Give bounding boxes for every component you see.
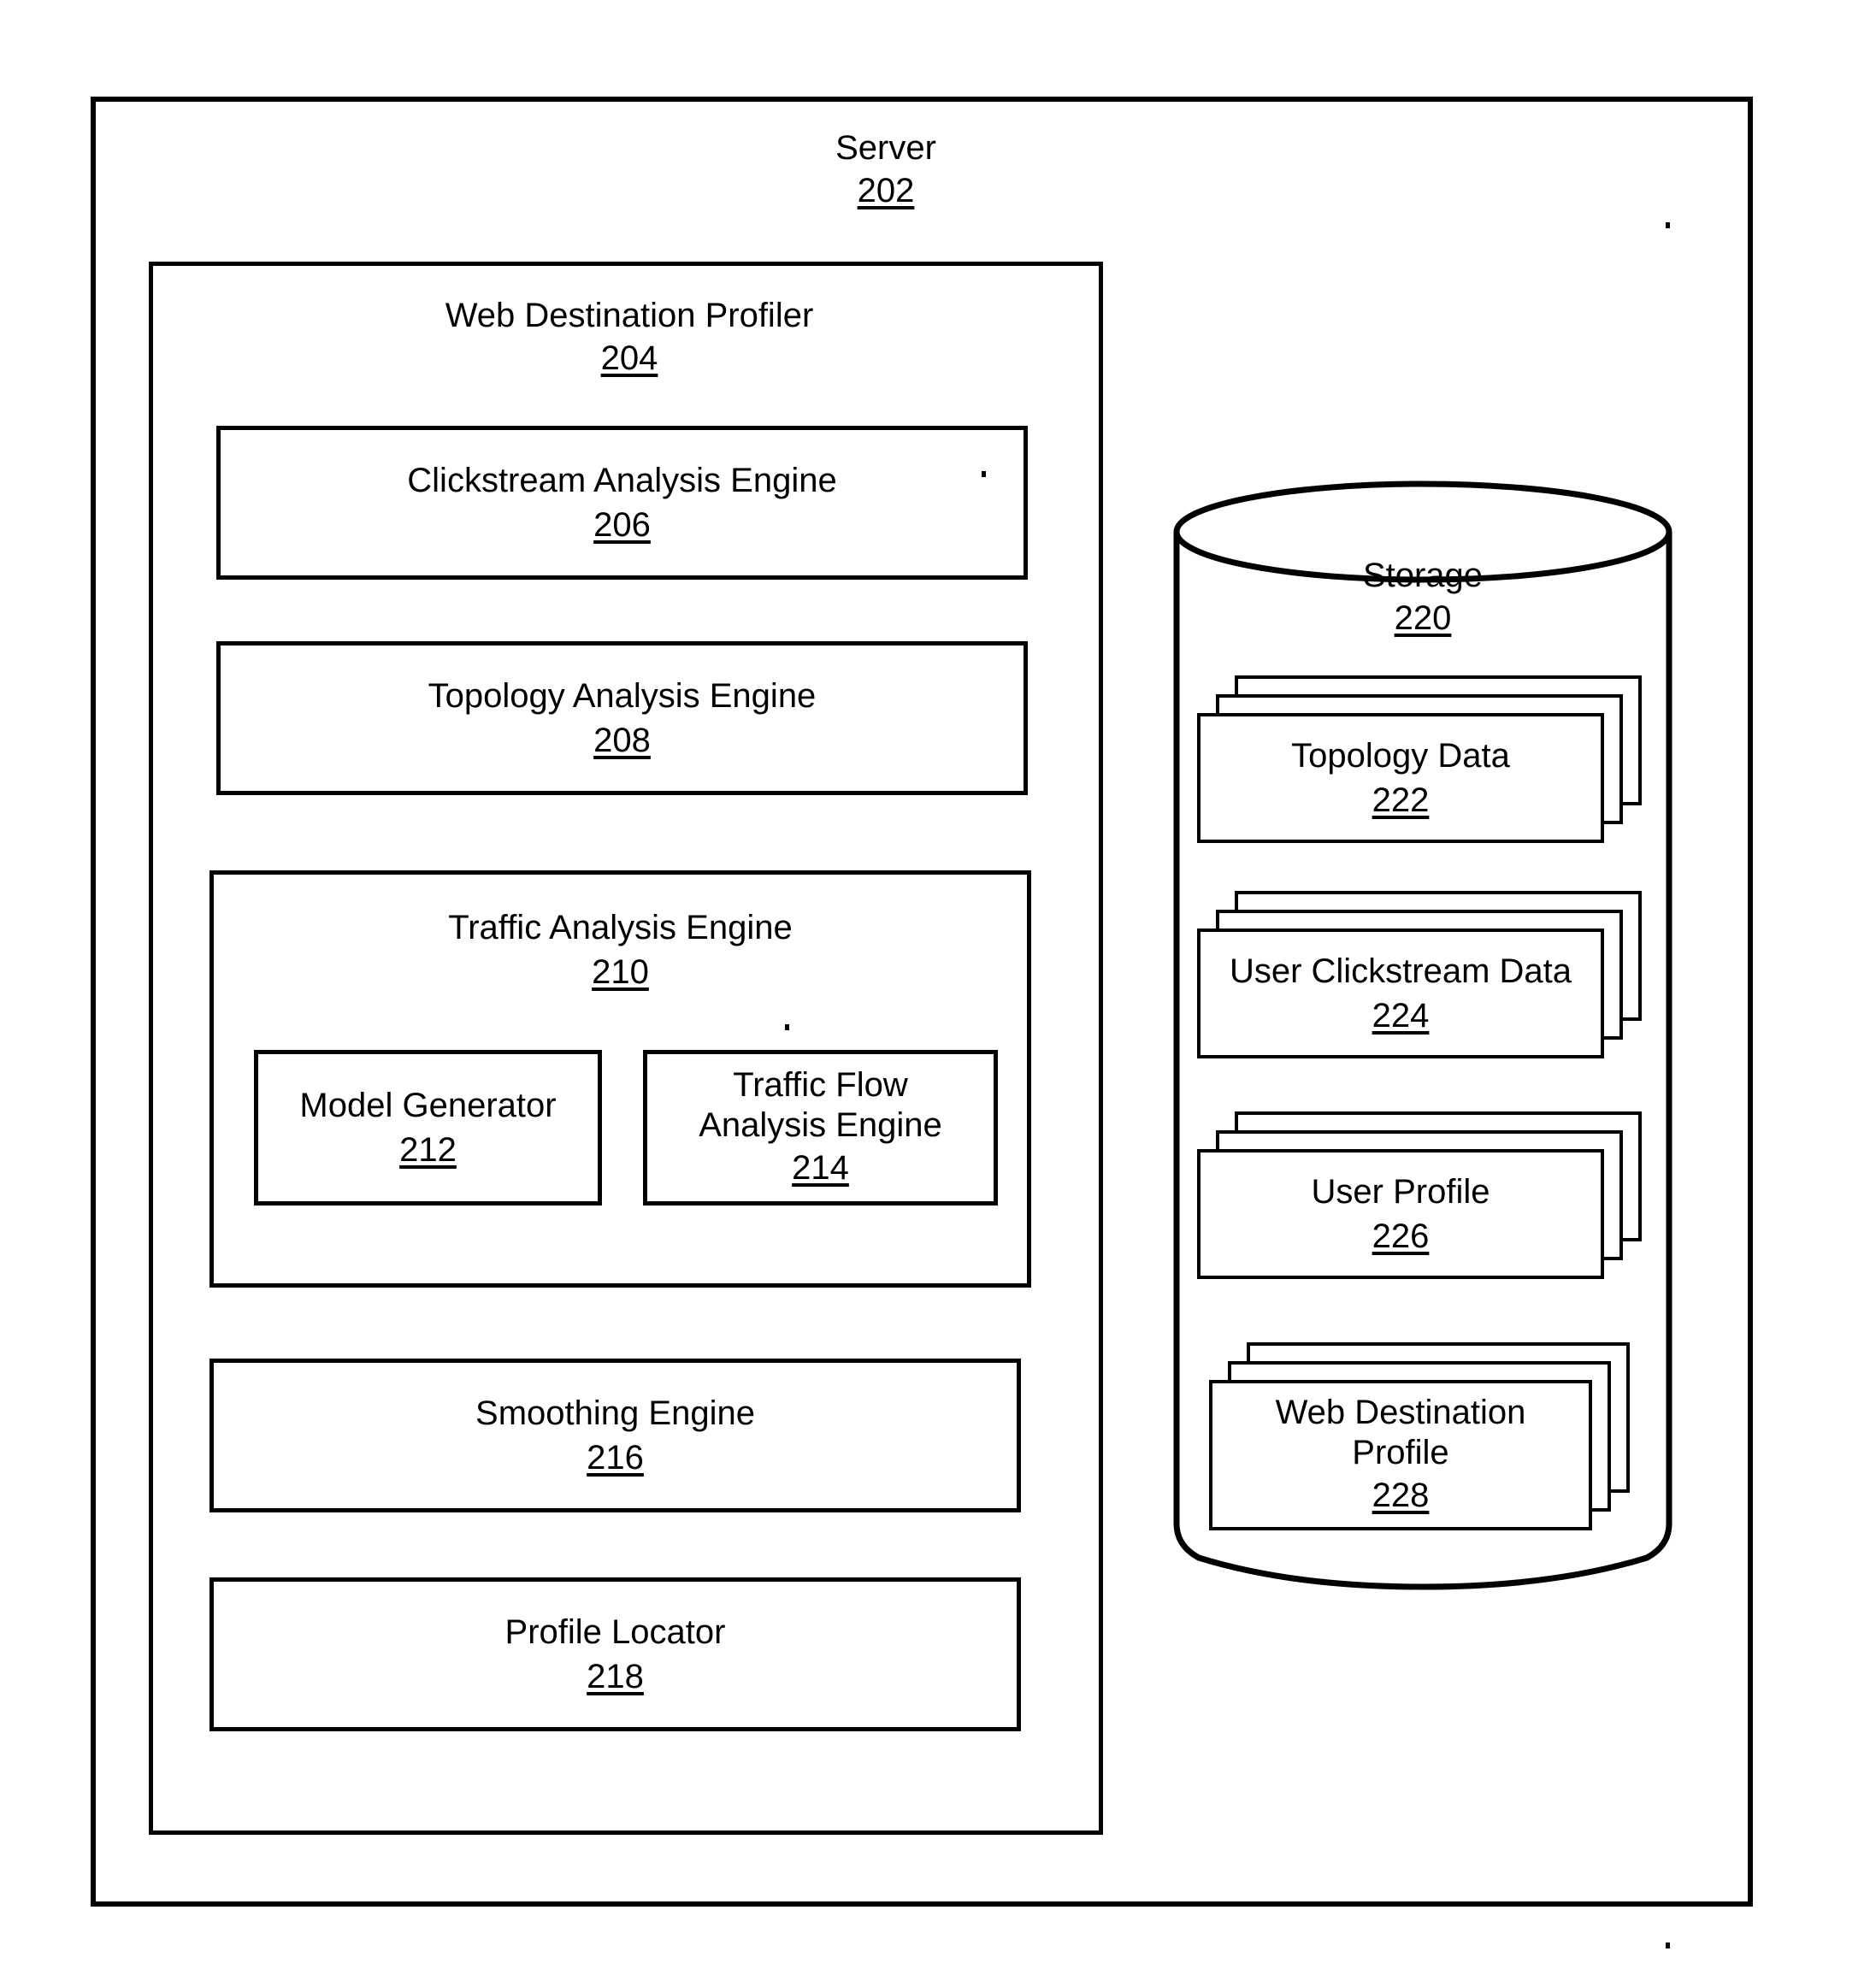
smoothing-engine-ref: 216 (587, 1439, 644, 1477)
clickstream-analysis-engine-ref: 206 (593, 506, 651, 544)
traffic-analysis-engine-label: Traffic Analysis Engine 210 (209, 885, 1031, 1015)
smoothing-engine-title: Smoothing Engine (475, 1394, 755, 1432)
scan-speck (982, 471, 986, 477)
clickstream-analysis-engine-title: Clickstream Analysis Engine (407, 462, 837, 499)
topology-data-stack: Topology Data 222 (1197, 675, 1642, 843)
storage-title: Storage 220 (1173, 554, 1672, 640)
server-title-text: Server (835, 129, 936, 167)
traffic-flow-analysis-engine-label: Traffic Flow Analysis Engine 214 (643, 1050, 998, 1206)
profiler-ref-number: 204 (600, 339, 658, 378)
web-destination-profile-stack: Web Destination Profile 228 (1209, 1342, 1630, 1530)
traffic-flow-analysis-engine-title: Traffic Flow Analysis Engine (699, 1065, 942, 1144)
storage-ref-number: 220 (1394, 599, 1452, 638)
profile-locator-label: Profile Locator 218 (209, 1588, 1021, 1721)
topology-analysis-engine-title: Topology Analysis Engine (428, 677, 817, 715)
topology-data-label: Topology Data 222 (1197, 713, 1604, 843)
traffic-flow-analysis-engine-ref: 214 (792, 1149, 849, 1188)
scan-speck (1666, 222, 1670, 228)
profiler-title-text: Web Destination Profiler (445, 297, 814, 334)
traffic-analysis-engine-ref: 210 (592, 953, 649, 991)
user-profile-title: User Profile (1311, 1173, 1490, 1211)
storage-title-text: Storage (1362, 557, 1484, 594)
user-profile-stack: User Profile 226 (1197, 1111, 1642, 1279)
topology-data-ref: 222 (1372, 781, 1430, 819)
user-clickstream-data-ref: 224 (1372, 997, 1430, 1035)
scan-speck (1666, 1942, 1670, 1948)
web-destination-profiler-title: Web Destination Profiler 204 (424, 294, 835, 380)
profile-locator-ref: 218 (587, 1658, 644, 1695)
scan-speck (785, 1024, 789, 1030)
web-destination-profile-title: Web Destination Profile (1275, 1393, 1526, 1471)
traffic-analysis-engine-title: Traffic Analysis Engine (448, 909, 793, 946)
user-profile-label: User Profile 226 (1197, 1149, 1604, 1279)
user-profile-ref: 226 (1372, 1217, 1430, 1255)
web-destination-profile-ref: 228 (1372, 1477, 1430, 1515)
user-clickstream-data-stack: User Clickstream Data 224 (1197, 891, 1642, 1058)
topology-analysis-engine-ref: 208 (593, 722, 651, 759)
model-generator-ref: 212 (399, 1131, 457, 1169)
profile-locator-title: Profile Locator (504, 1613, 726, 1651)
clickstream-analysis-engine-label: Clickstream Analysis Engine 206 (216, 436, 1028, 569)
smoothing-engine-label: Smoothing Engine 216 (209, 1369, 1021, 1502)
model-generator-label: Model Generator 212 (254, 1050, 602, 1206)
topology-data-title: Topology Data (1291, 737, 1510, 775)
user-clickstream-data-title: User Clickstream Data (1229, 952, 1572, 990)
topology-analysis-engine-label: Topology Analysis Engine 208 (216, 651, 1028, 785)
user-clickstream-data-label: User Clickstream Data 224 (1197, 928, 1604, 1058)
web-destination-profile-label: Web Destination Profile 228 (1209, 1380, 1592, 1530)
model-generator-title: Model Generator (299, 1087, 557, 1124)
server-ref-number: 202 (857, 172, 915, 210)
server-title: Server 202 (775, 127, 997, 213)
patent-figure: Server 202 Web Destination Profiler 204 … (0, 0, 1876, 1969)
